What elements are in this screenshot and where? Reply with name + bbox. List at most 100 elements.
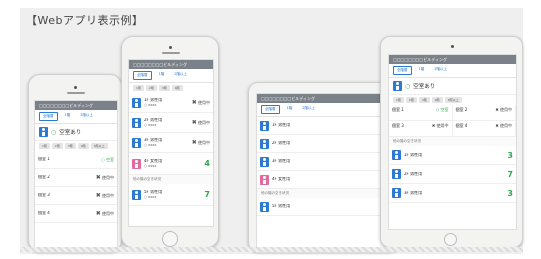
tab-1f[interactable]: 1階 <box>284 105 296 114</box>
tab-1f[interactable]: 1階 <box>62 112 74 121</box>
camera-icon <box>451 45 454 48</box>
vacancy-banner: ○ 空室あり <box>35 124 117 141</box>
floor-row[interactable]: 2F 男性用 7 <box>389 165 516 184</box>
status-busy: ✖ 使用中 <box>191 139 210 146</box>
floor-row[interactable]: 3F 男性用 ○ xxxx ✖ 使用中 <box>129 133 213 153</box>
stall-name: 個室 1 <box>392 107 404 112</box>
floor-name: 2F 男性用 <box>272 141 291 146</box>
busy-x-icon: ✖ <box>95 174 101 181</box>
chip-1f[interactable]: 1階 <box>133 85 144 91</box>
stall-row[interactable]: 個室 1 ○ 空室 <box>35 151 117 169</box>
vacancy-count: 3 <box>507 188 513 198</box>
person-icon <box>39 127 48 137</box>
decorative-stripe <box>20 247 523 252</box>
tab-all[interactable]: 全階層 <box>393 66 412 75</box>
floor-row[interactable]: 3F 男性用 3 <box>389 184 516 203</box>
left-phone: □□□□□□□□ビルディング 全階層 1階 2階以上 ○ 空室あり 1階 2階 … <box>28 74 122 253</box>
stall-name: 個室 3 <box>392 123 404 128</box>
tab-2f-up[interactable]: 2階以上 <box>171 71 190 80</box>
chip-2f[interactable]: 2階 <box>145 85 157 91</box>
status-busy: ✖ 使用中 <box>191 119 210 126</box>
status-vacant: ○ 空室 <box>101 156 114 162</box>
vacancy-count: 7 <box>204 190 210 199</box>
floor-row[interactable]: 2F 男性用 ○ xxxx ✖ 使用中 <box>129 113 213 133</box>
left-phone-screen: □□□□□□□□ビルディング 全階層 1階 2階以上 ○ 空室あり 1階 2階 … <box>34 100 118 253</box>
stall-row[interactable]: 個室 4 ✖ 使用中 <box>35 205 117 223</box>
chip-5f-up[interactable]: 5階以上 <box>90 143 108 149</box>
tab-2f-up[interactable]: 2階以上 <box>299 105 318 114</box>
app-header: □□□□□□□□ビルディング <box>257 94 395 103</box>
right-tablet: □□□□□□□□ビルディング 全階層 1階 2階以上 ○ 空室あり 1階 2階 … <box>380 36 523 248</box>
chip-3f[interactable]: 3階 <box>418 97 430 103</box>
floor-name: 5F 男性用 <box>272 204 291 209</box>
floor-row[interactable]: 4F 女性用 ○ xxxx 4 <box>129 153 213 175</box>
tab-all[interactable]: 全階層 <box>261 105 280 114</box>
chip-1f[interactable]: 1階 <box>39 143 50 149</box>
chip-2f[interactable]: 2階 <box>405 97 417 103</box>
busy-x-icon: ✖ <box>95 192 101 199</box>
floor-row[interactable]: 5F 男性用 ○ xxxx 7 <box>129 184 213 206</box>
middle-tablet-screen: □□□□□□□□ビルディング 全階層 1階 2階以上 1F 男性用 ✖ 2F 男… <box>256 93 396 253</box>
chip-2f[interactable]: 2階 <box>51 143 63 149</box>
chip-4f[interactable]: 4階 <box>77 143 89 149</box>
stall-name: 個室 1 <box>38 157 50 162</box>
home-button[interactable] <box>162 231 178 247</box>
floor-row[interactable]: 1F 男性用 ✖ <box>257 117 395 135</box>
busy-x-icon: ✖ <box>495 107 499 112</box>
home-button[interactable] <box>444 233 457 246</box>
status-busy: ✖ 使用中 <box>495 123 512 128</box>
stall-name: 個室 4 <box>38 211 50 216</box>
busy-x-icon: ✖ <box>495 123 499 128</box>
floor-row[interactable]: 4F 女性用 4 <box>257 171 395 189</box>
chip-3f[interactable]: 3階 <box>158 85 170 91</box>
floor-row[interactable]: 3F 男性用 ✖ <box>257 153 395 171</box>
tab-2f-up[interactable]: 2階以上 <box>431 66 450 75</box>
stall-grid: 個室 1 ○ 空室 個室 2 ✖ 使用中 個室 3 ✖ 使用中 個室 4 ✖ 使用中 <box>389 105 516 137</box>
stall-row[interactable]: 個室 3 ✖ 使用中 <box>35 187 117 205</box>
busy-x-icon: ✖ <box>191 119 197 126</box>
stall-cell[interactable]: 個室 4 ✖ 使用中 <box>452 121 516 137</box>
person-icon <box>392 169 401 179</box>
floor-name: 1F 男性用 <box>272 123 291 128</box>
person-icon <box>132 137 141 148</box>
chip-4f[interactable]: 4階 <box>171 85 183 91</box>
chip-5f-up[interactable]: 5階以上 <box>444 97 462 103</box>
busy-x-icon: ✖ <box>191 139 197 146</box>
app-header: □□□□□□□□ビルディング <box>35 101 117 110</box>
floor-name: 1F 男性用 <box>404 152 423 157</box>
status-vacant: ○ 空室 <box>435 107 449 112</box>
floor-row[interactable]: 2F 男性用 ✖ <box>257 135 395 153</box>
app-title: □□□□□□□□ビルディング <box>261 96 315 101</box>
stall-row[interactable]: 個室 2 ✖ 使用中 <box>35 169 117 187</box>
chip-4f[interactable]: 4階 <box>431 97 443 103</box>
person-icon <box>132 117 141 128</box>
tab-1f[interactable]: 1階 <box>416 66 428 75</box>
stall-name: 個室 3 <box>38 193 50 198</box>
floor-name: 2F 男性用 <box>404 171 423 176</box>
stall-name: 個室 2 <box>38 175 50 180</box>
person-icon <box>393 81 402 91</box>
stall-cell[interactable]: 個室 1 ○ 空室 <box>389 105 453 121</box>
chip-1f[interactable]: 1階 <box>393 97 404 103</box>
stall-name: 個室 4 <box>455 123 468 128</box>
vacancy-label: 空室あり <box>59 130 82 136</box>
tab-2f-up[interactable]: 2階以上 <box>77 112 96 121</box>
floor-name: 3F 男性用 <box>404 190 423 195</box>
tab-bar: 全階層 1階 2階以上 <box>389 64 516 78</box>
person-icon <box>260 156 269 167</box>
vacancy-banner: ○ 空室あり <box>389 78 516 95</box>
speaker-icon <box>162 52 180 54</box>
floor-row[interactable]: 1F 男性用 3 <box>389 146 516 165</box>
tab-1f[interactable]: 1階 <box>156 71 168 80</box>
floor-row[interactable]: 5F 男性用 ✖ <box>257 198 395 216</box>
tab-bar: 全階層 1階 2階以上 <box>35 110 117 124</box>
tab-all[interactable]: 全階層 <box>133 71 152 80</box>
stall-cell[interactable]: 個室 3 ✖ 使用中 <box>389 121 453 137</box>
stall-cell[interactable]: 個室 2 ✖ 使用中 <box>452 105 516 121</box>
chip-3f[interactable]: 3階 <box>64 143 76 149</box>
person-icon <box>392 188 401 198</box>
female-person-icon <box>132 158 141 169</box>
right-tablet-screen: □□□□□□□□ビルディング 全階層 1階 2階以上 ○ 空室あり 1階 2階 … <box>388 54 517 230</box>
tab-all[interactable]: 全階層 <box>39 112 58 121</box>
floor-row[interactable]: 1F 男性用 ○ xxxx ✖ 使用中 <box>129 93 213 113</box>
